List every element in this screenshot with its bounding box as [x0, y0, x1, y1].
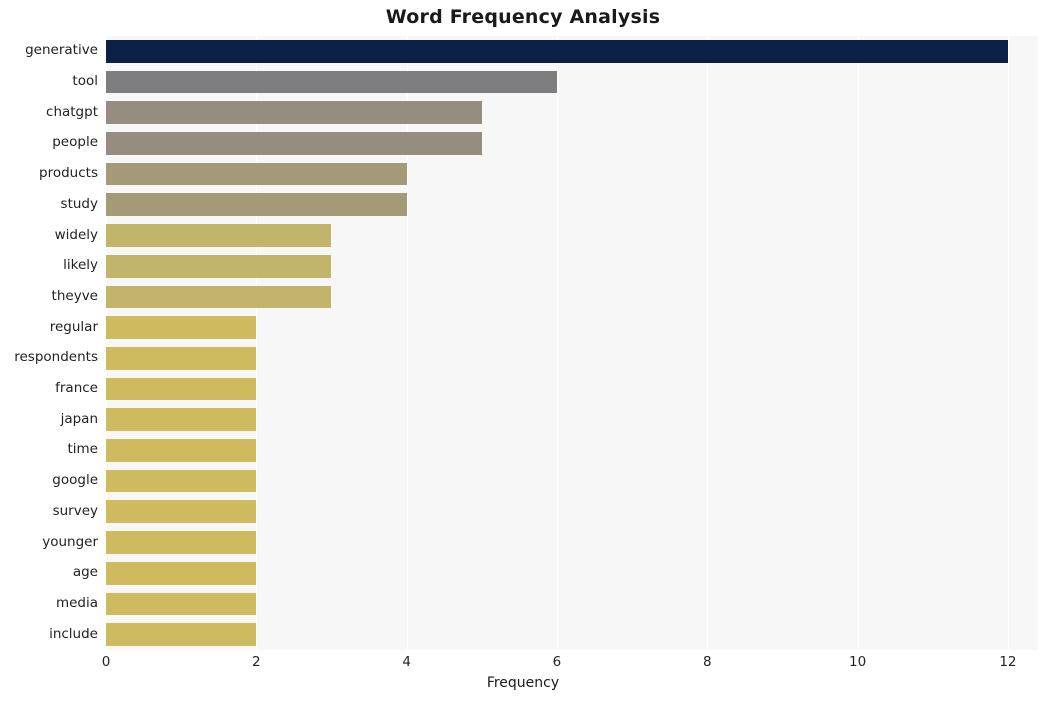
bar-row — [106, 316, 1038, 339]
bar — [106, 408, 257, 432]
x-tick-label: 4 — [402, 654, 411, 670]
bar-row — [106, 561, 1038, 585]
bar-row — [106, 377, 1038, 401]
bar-row — [106, 592, 1038, 616]
bar-row — [106, 469, 1038, 493]
y-tick-label: study — [60, 195, 98, 212]
y-tick-label: france — [55, 380, 98, 397]
bar-row — [106, 285, 1038, 309]
y-tick-label: survey — [52, 502, 98, 519]
y-tick-label: likely — [63, 257, 98, 274]
y-tick-label: include — [49, 625, 98, 642]
bar — [106, 500, 257, 524]
bar — [106, 39, 1008, 63]
bar-row — [106, 224, 1038, 247]
x-tick-label: 2 — [252, 654, 261, 670]
x-tick-label: 12 — [999, 654, 1017, 670]
bar — [106, 531, 257, 554]
y-tick-label: tool — [72, 73, 98, 90]
y-tick-label: chatgpt — [46, 103, 98, 120]
x-tick-label: 10 — [849, 654, 867, 670]
y-tick-label: time — [67, 441, 98, 458]
bar — [106, 592, 257, 616]
y-tick-label: media — [55, 594, 98, 611]
bar-row — [106, 500, 1038, 524]
bar — [106, 623, 257, 646]
x-axis-label: Frequency — [486, 675, 560, 691]
bar-row — [106, 254, 1038, 278]
y-tick-label: japan — [60, 410, 98, 427]
y-tick-label: google — [52, 472, 98, 489]
bar — [106, 285, 332, 309]
y-tick-label: younger — [42, 533, 98, 550]
bar — [106, 377, 257, 401]
y-tick-label: products — [39, 165, 98, 182]
y-tick-label: regular — [49, 318, 98, 335]
bar — [106, 193, 407, 217]
bar — [106, 162, 407, 186]
y-tick-label: age — [72, 564, 98, 581]
bar-row — [106, 193, 1038, 217]
bar-row — [106, 132, 1038, 155]
plot-area — [106, 36, 1038, 650]
bar-row — [106, 39, 1038, 63]
bar-row — [106, 439, 1038, 462]
bar-row — [106, 162, 1038, 186]
x-tick-label: 6 — [552, 654, 562, 670]
bar-row — [106, 70, 1038, 94]
bar — [106, 224, 332, 247]
word-frequency-chart: Word Frequency Analysis generative tool ch… — [0, 0, 1046, 701]
bar-row — [106, 408, 1038, 432]
bar-row — [106, 623, 1038, 646]
bar — [106, 561, 257, 585]
y-tick-label: theyve — [51, 287, 98, 304]
bars-layer — [106, 36, 1038, 650]
bar — [106, 254, 332, 278]
bar — [106, 132, 482, 155]
bar — [106, 316, 257, 339]
bar — [106, 439, 257, 462]
y-tick-label: generative — [25, 42, 98, 59]
bar-row — [106, 346, 1038, 370]
bar — [106, 469, 257, 493]
bar — [106, 346, 257, 370]
x-tick-label: 8 — [702, 654, 712, 670]
bar — [106, 70, 557, 94]
y-tick-label: respondents — [14, 349, 98, 366]
bar-row — [106, 101, 1038, 125]
y-tick-label: people — [52, 134, 98, 151]
x-tick-label: 0 — [101, 654, 111, 670]
bar — [106, 101, 482, 125]
chart-title: Word Frequency Analysis — [385, 6, 661, 28]
bar-row — [106, 531, 1038, 554]
y-tick-label: widely — [54, 226, 98, 243]
